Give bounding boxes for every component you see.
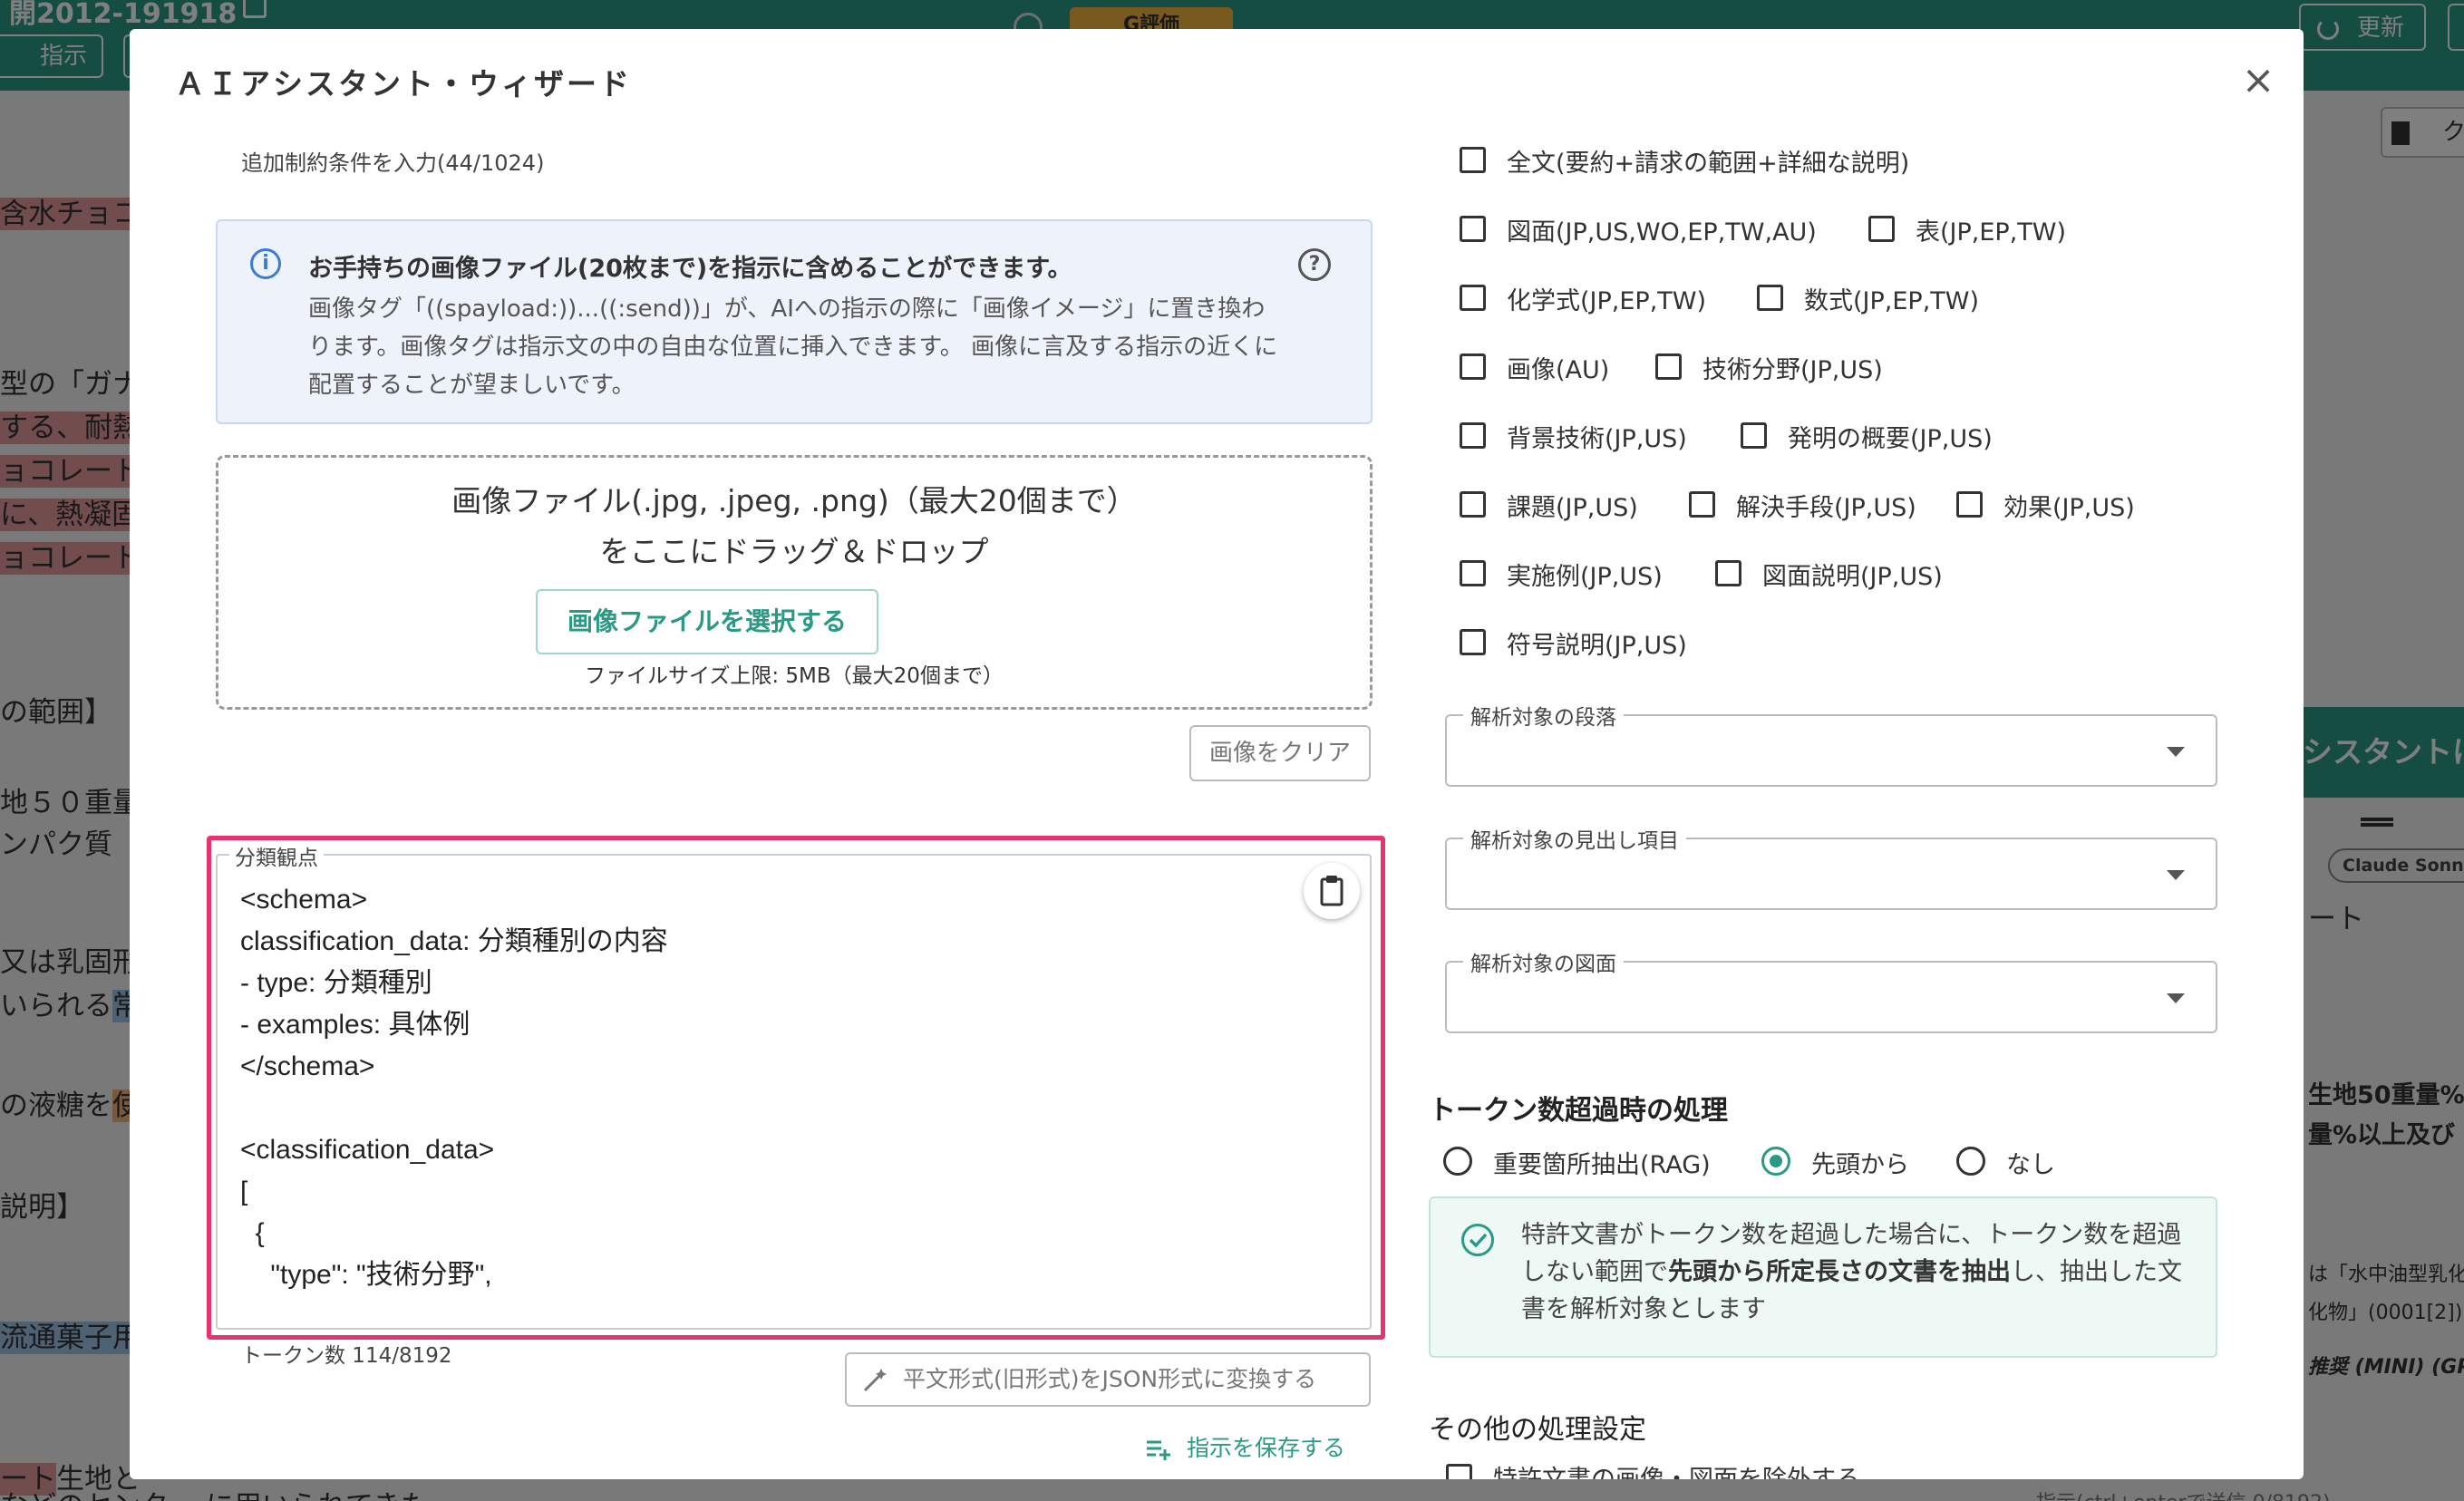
token-overflow-note: 特許文書がトークン数を超過した場合に、トークン数を超過しない範囲で先頭から所定長… [1429, 1196, 2217, 1358]
dropzone-note: ファイルサイズ上限: 5MB（最大20個まで） [585, 664, 1004, 688]
checkbox-tables-label: 表(JP,EP,TW) [1916, 218, 2067, 247]
checkbox-tables[interactable] [1868, 216, 1895, 242]
token-overflow-note-text: 特許文書がトークン数を超過した場合に、トークン数を超過しない範囲で先頭から所定長… [1521, 1216, 2192, 1328]
figure-select-label: 解析対象の図面 [1463, 946, 1624, 977]
convert-json-button[interactable]: 平文形式(旧形式)をJSON形式に変換する [845, 1352, 1371, 1407]
checkbox-solution[interactable] [1689, 491, 1715, 518]
dropzone-line-2: をここにドラッグ＆ドロップ [599, 534, 989, 569]
radio-rag-label: 重要箇所抽出(RAG) [1493, 1151, 1711, 1179]
save-instruction-label: 指示を保存する [1187, 1435, 1346, 1461]
convert-json-label: 平文形式(旧形式)をJSON形式に変換する [903, 1366, 1317, 1392]
save-instruction-button[interactable]: 指示を保存する [1145, 1430, 1345, 1463]
checkbox-image-label: 画像(AU) [1507, 356, 1610, 384]
radio-rag[interactable] [1443, 1147, 1472, 1176]
checkbox-formula-label: 数式(JP,EP,TW) [1804, 287, 1980, 315]
constraint-count-label: 追加制約条件を入力(44/1024) [241, 150, 545, 176]
playlist-add-icon [1147, 1440, 1170, 1460]
checkbox-chemical[interactable] [1460, 285, 1486, 311]
figure-select[interactable]: 解析対象の図面 [1445, 946, 2217, 1033]
help-icon[interactable]: ? [1298, 248, 1331, 281]
checkbox-formula[interactable] [1757, 285, 1783, 311]
checkbox-summary-label: 発明の概要(JP,US) [1788, 425, 1993, 453]
heading-select-label: 解析対象の見出し項目 [1463, 823, 1686, 854]
select-image-button[interactable]: 画像ファイルを選択する [536, 589, 878, 654]
ai-assistant-wizard-dialog: ＡＩアシスタント・ウィザード × 追加制約条件を入力(44/1024) i お手… [130, 29, 2304, 1479]
checkbox-reference-signs[interactable] [1460, 629, 1486, 655]
checkbox-fulltext-label: 全文(要約+請求の範囲+詳細な説明) [1507, 150, 1910, 178]
checkbox-technical-field-label: 技術分野(JP,US) [1702, 356, 1883, 384]
checkbox-chemical-label: 化学式(JP,EP,TW) [1507, 287, 1707, 315]
magic-wand-icon [863, 1369, 887, 1392]
checkbox-effect[interactable] [1956, 491, 1983, 518]
classification-text[interactable]: <schema> classification_data: 分類種別の内容 - … [240, 879, 668, 1296]
check-circle-icon [1461, 1224, 1494, 1256]
info-title: お手持ちの画像ファイル(20枚まで)を指示に含めることができます。 [308, 255, 1072, 283]
info-body: 画像タグ「((spayload:))...((:send))」が、AIへの指示の… [308, 295, 1278, 399]
radio-from-start[interactable] [1761, 1147, 1790, 1176]
checkbox-figure-desc-label: 図面説明(JP,US) [1762, 563, 1943, 591]
checkbox-fulltext[interactable] [1460, 147, 1486, 173]
token-overflow-title: トークン数超過時の処理 [1429, 1095, 1728, 1127]
token-count: トークン数 114/8192 [241, 1344, 452, 1368]
dropzone-line-1: 画像ファイル(.jpg, .jpeg, .png)（最大20個まで） [451, 483, 1137, 518]
checkbox-problem-label: 課題(JP,US) [1507, 494, 1638, 522]
checkbox-exclude-images-label: 特許文書の画像・図面を除外する [1493, 1459, 1860, 1479]
checkbox-figure-desc[interactable] [1715, 560, 1741, 586]
checkbox-summary[interactable] [1741, 422, 1767, 449]
checkbox-reference-signs-label: 符号説明(JP,US) [1507, 632, 1687, 660]
note-text-bold: 先頭から所定長さの文書を抽出 [1668, 1258, 2011, 1286]
dialog-title: ＡＩアシスタント・ウィザード [175, 66, 632, 102]
info-icon: i [250, 248, 281, 279]
checkbox-effect-label: 効果(JP,US) [2003, 494, 2135, 522]
checkbox-image[interactable] [1460, 353, 1486, 380]
paragraph-select-label: 解析対象の段落 [1463, 700, 1624, 731]
checkbox-problem[interactable] [1460, 491, 1486, 518]
checkbox-figures[interactable] [1460, 216, 1486, 242]
checkbox-examples-label: 実施例(JP,US) [1507, 563, 1663, 591]
checkbox-solution-label: 解決手段(JP,US) [1736, 494, 1916, 522]
classification-label: 分類観点 [229, 840, 324, 871]
close-icon[interactable]: × [2236, 58, 2281, 103]
checkbox-background-label: 背景技術(JP,US) [1507, 425, 1687, 453]
paragraph-select[interactable]: 解析対象の段落 [1445, 700, 2217, 787]
clear-images-button[interactable]: 画像をクリア [1189, 725, 1371, 781]
clipboard-icon[interactable] [1304, 863, 1360, 919]
dropdown-arrow-icon [2167, 993, 2185, 1003]
checkbox-figures-label: 図面(JP,US,WO,EP,TW,AU) [1507, 218, 1817, 247]
dropdown-arrow-icon [2167, 870, 2185, 880]
radio-from-start-label: 先頭から [1811, 1151, 1909, 1179]
radio-none-label: なし [2006, 1151, 2055, 1179]
radio-none[interactable] [1956, 1147, 1985, 1176]
checkbox-examples[interactable] [1460, 560, 1486, 586]
checkbox-technical-field[interactable] [1655, 353, 1682, 380]
image-info-box: i お手持ちの画像ファイル(20枚まで)を指示に含めることができます。 ? 画像… [216, 219, 1373, 424]
dropdown-arrow-icon [2167, 747, 2185, 757]
other-settings-title: その他の処理設定 [1429, 1414, 1646, 1446]
checkbox-exclude-images[interactable] [1446, 1464, 1472, 1479]
heading-select[interactable]: 解析対象の見出し項目 [1445, 823, 2217, 910]
checkbox-background[interactable] [1460, 422, 1486, 449]
